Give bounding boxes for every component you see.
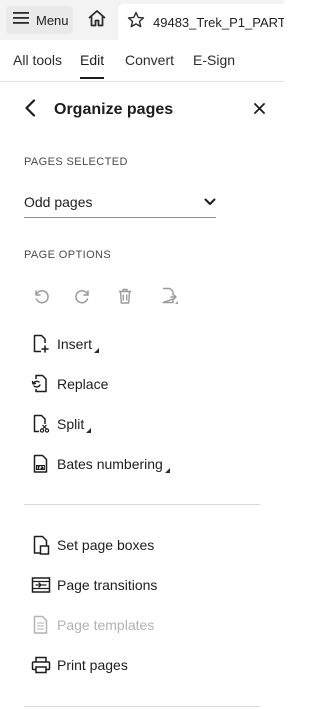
pages-selected-label: PAGES SELECTED — [24, 156, 128, 168]
chevron-left-icon — [24, 98, 36, 122]
chevron-down-icon — [204, 195, 216, 207]
menu-button[interactable]: Menu — [6, 6, 73, 34]
page-boxes-icon — [31, 535, 51, 555]
tool-tabs: All tools Edit Convert E-Sign — [0, 40, 284, 82]
hamburger-icon — [13, 11, 29, 30]
close-icon — [253, 101, 265, 119]
panel-title: Organize pages — [54, 101, 174, 118]
home-icon — [87, 9, 107, 32]
page-templates-label: Page templates — [57, 617, 155, 633]
set-page-boxes-option[interactable]: Set page boxes — [31, 533, 154, 557]
star-icon[interactable] — [127, 11, 145, 34]
document-tab[interactable]: 49483_Trek_P1_PART2c — [118, 4, 284, 40]
replace-option[interactable]: Replace — [31, 372, 108, 396]
print-pages-label: Print pages — [57, 657, 128, 673]
replace-page-icon — [31, 374, 51, 394]
rotate-page-icon[interactable] — [158, 285, 180, 307]
split-option[interactable]: Split — [31, 412, 92, 436]
submenu-caret-icon — [86, 427, 92, 433]
top-bar: Menu 49483_Trek_P1_PART2c — [0, 0, 284, 40]
submenu-caret-icon — [94, 347, 100, 353]
insert-option[interactable]: Insert — [31, 332, 100, 356]
redo-icon[interactable] — [72, 285, 94, 307]
back-button[interactable] — [20, 98, 40, 122]
set-page-boxes-label: Set page boxes — [57, 537, 155, 553]
submenu-caret-icon — [164, 467, 170, 473]
tab-all-tools[interactable]: All tools — [13, 52, 62, 68]
split-page-icon — [31, 414, 51, 434]
delete-icon[interactable] — [114, 285, 136, 307]
pages-selected-value: Odd pages — [24, 194, 93, 210]
close-button[interactable] — [249, 100, 269, 120]
menu-label: Menu — [36, 12, 69, 28]
bates-numbering-icon — [31, 454, 51, 474]
pages-selected-dropdown[interactable]: Odd pages — [24, 187, 216, 218]
tab-title: 49483_Trek_P1_PART2c — [153, 14, 284, 30]
page-transitions-option[interactable]: Page transitions — [31, 573, 157, 597]
print-pages-option[interactable]: Print pages — [31, 653, 128, 677]
printer-icon — [31, 655, 51, 675]
page-options-label: PAGE OPTIONS — [24, 249, 112, 261]
divider — [24, 504, 260, 505]
split-label: Split — [57, 416, 85, 432]
tab-edit[interactable]: Edit — [80, 52, 105, 79]
replace-label: Replace — [57, 376, 109, 392]
page-templates-icon — [31, 615, 51, 635]
page-transitions-icon — [31, 575, 51, 595]
home-button[interactable] — [84, 8, 110, 32]
bates-numbering-option[interactable]: Bates numbering — [31, 452, 170, 476]
bates-numbering-label: Bates numbering — [57, 456, 163, 472]
divider — [24, 706, 260, 707]
page-transitions-label: Page transitions — [57, 577, 158, 593]
page-templates-option[interactable]: Page templates — [31, 613, 154, 637]
tab-e-sign[interactable]: E-Sign — [193, 52, 235, 68]
insert-page-icon — [31, 334, 51, 354]
tab-convert[interactable]: Convert — [125, 52, 174, 68]
undo-icon[interactable] — [30, 285, 52, 307]
insert-label: Insert — [57, 336, 93, 352]
